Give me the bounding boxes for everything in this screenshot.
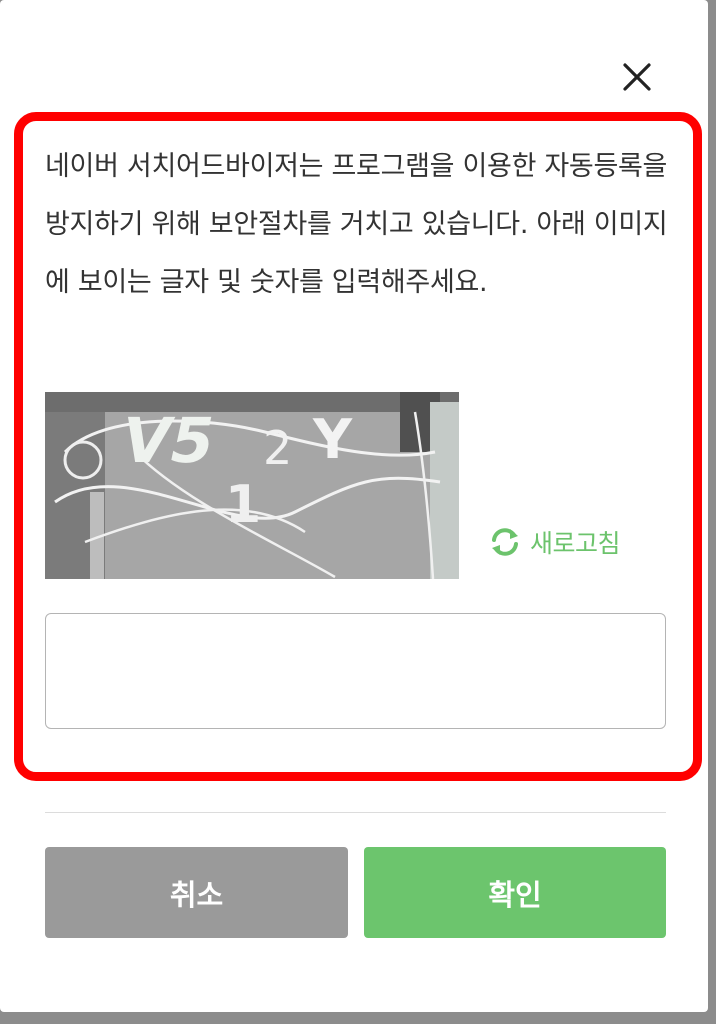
svg-text:1: 1 [225,475,261,535]
svg-text:2: 2 [263,421,292,475]
refresh-icon [492,528,518,556]
captcha-instructions: 네이버 서치어드바이저는 프로그램을 이용한 자동등록을 방지하기 위해 보안절… [45,151,668,298]
close-button[interactable] [614,54,660,100]
refresh-label: 새로고침 [530,529,621,558]
refresh-button[interactable]: 새로고침 [486,522,621,562]
divider [45,812,666,813]
close-icon [623,63,651,91]
captcha-dialog: 네이버 서치어드바이저는 프로그램을 이용한 자동등록을 방지하기 위해 보안절… [0,0,708,1012]
cancel-button[interactable]: 취소 [45,847,348,938]
confirm-button[interactable]: 확인 [364,847,666,938]
captcha-answer-input[interactable] [45,613,666,729]
captcha-image: V5 2 Y 1 [45,392,459,579]
svg-text:V5: V5 [115,405,221,477]
svg-text:Y: Y [312,408,353,471]
